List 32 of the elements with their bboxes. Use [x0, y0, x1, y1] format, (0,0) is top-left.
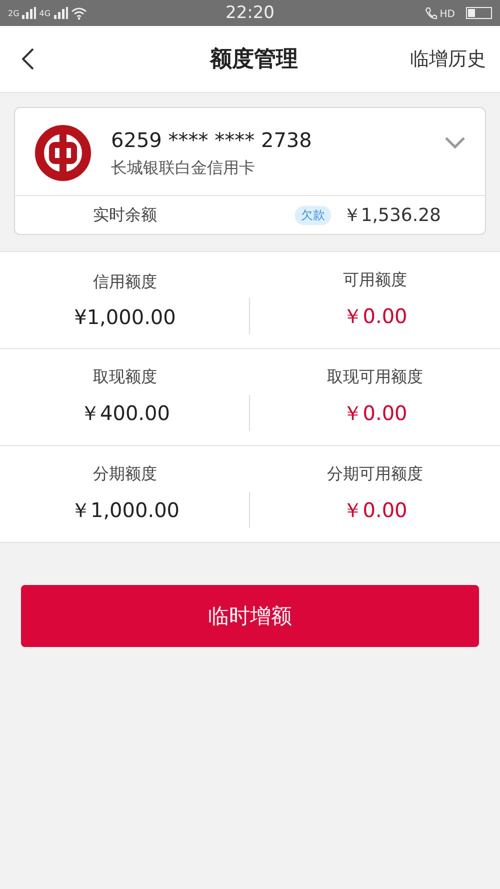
limit-value: ￥400.00: [80, 400, 170, 427]
call-label: HD: [440, 10, 455, 20]
page-title: 额度管理: [210, 46, 298, 74]
balance-label: 实时余额: [93, 204, 158, 226]
limit-label: 分期可用额度: [327, 464, 423, 485]
limit-label: 信用额度: [93, 272, 157, 292]
history-link[interactable]: 临增历史: [410, 46, 486, 72]
balance-value: ￥1,536.28: [342, 204, 441, 227]
temporary-increase-button[interactable]: 临时增额: [21, 585, 479, 647]
bank-logo-icon: [35, 125, 91, 181]
limit-label: 可用额度: [343, 270, 407, 291]
limit-label: 分期额度: [93, 464, 157, 485]
limit-value: ￥0.00: [342, 497, 408, 524]
card-number: 6259 **** **** 2738: [111, 128, 313, 152]
signal-icon: [22, 7, 36, 19]
limit-value: ¥1,000.00: [74, 304, 176, 328]
network-label: 2G: [8, 10, 20, 18]
chevron-down-icon[interactable]: [445, 137, 465, 149]
debt-badge: 欠款: [294, 206, 331, 224]
wifi-icon: [70, 6, 87, 20]
back-icon: [22, 48, 34, 70]
network-label: 4G: [39, 10, 51, 18]
limit-label: 取现额度: [93, 367, 157, 388]
signal-icon: [54, 7, 68, 19]
limit-value: ￥0.00: [342, 303, 408, 330]
limit-value: ￥1,000.00: [70, 497, 180, 524]
status-time: 22:20: [226, 3, 274, 23]
battery-icon: [466, 7, 492, 19]
card-name: 长城银联白金信用卡: [111, 158, 256, 178]
limit-value: ￥0.00: [342, 400, 408, 427]
phone-icon: [424, 6, 437, 20]
limit-label: 取现可用额度: [327, 367, 423, 388]
